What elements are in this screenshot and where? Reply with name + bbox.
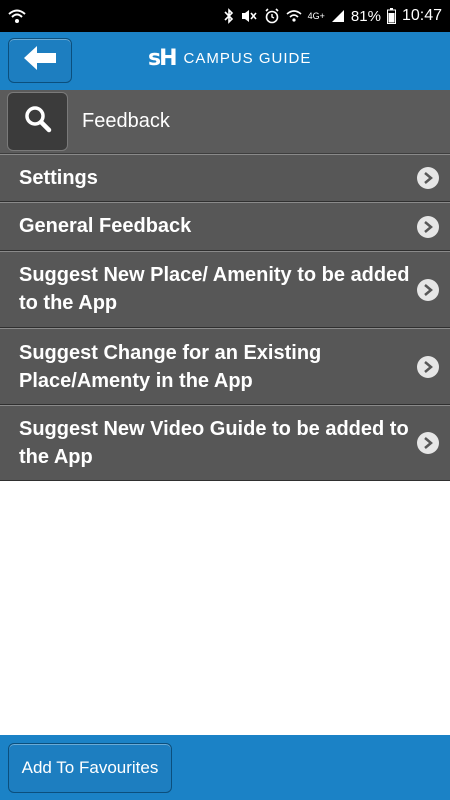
back-button[interactable] (8, 38, 72, 83)
list-item-label: General Feedback (19, 215, 192, 237)
chevron-right-icon (417, 278, 439, 301)
chevron-right-icon (417, 355, 439, 378)
chevron-right-icon (417, 167, 439, 189)
signal-icon (331, 9, 345, 23)
logo-mark: sH (148, 46, 177, 71)
status-right: 4G+ 81% 10:47 (224, 7, 442, 25)
network-label: 4G+ (307, 10, 325, 21)
app-header: sH CAMPUS GUIDE (0, 32, 450, 90)
page-title: Feedback (82, 110, 170, 132)
search-button[interactable] (7, 92, 68, 151)
feedback-list: Settings General Feedback Suggest New Pl… (0, 154, 450, 481)
wifi-icon (8, 8, 26, 24)
app-logo: sH CAMPUS GUIDE (148, 46, 311, 71)
status-bar: 4G+ 81% 10:47 (0, 0, 450, 32)
mute-icon (240, 8, 258, 24)
bluetooth-icon (224, 8, 234, 24)
list-item-general-feedback[interactable]: General Feedback (0, 202, 450, 251)
list-item-label: Suggest Change for an Existing Place/Ame… (19, 342, 322, 392)
alarm-icon (264, 8, 280, 24)
chevron-right-icon (417, 215, 439, 238)
footer-bar: Add To Favourites (0, 735, 450, 800)
list-item-settings[interactable]: Settings (0, 154, 450, 202)
list-item-label: Settings (19, 167, 98, 189)
list-item-label: Suggest New Video Guide to be added to t… (19, 418, 409, 468)
battery-icon (386, 8, 396, 24)
list-item-suggest-video-guide[interactable]: Suggest New Video Guide to be added to t… (0, 405, 450, 481)
list-item-suggest-change[interactable]: Suggest Change for an Existing Place/Ame… (0, 328, 450, 405)
wifi-call-icon (286, 9, 302, 23)
status-left (8, 8, 26, 24)
search-bar: Feedback (0, 90, 450, 154)
back-arrow-icon (23, 45, 57, 76)
add-to-favourites-button[interactable]: Add To Favourites (8, 743, 172, 793)
list-item-suggest-new-place[interactable]: Suggest New Place/ Amenity to be added t… (0, 251, 450, 328)
battery-percent: 81% (350, 7, 381, 25)
chevron-right-icon (417, 432, 439, 454)
list-item-label: Suggest New Place/ Amenity to be added t… (19, 264, 410, 314)
app-title: CAMPUS GUIDE (183, 50, 312, 67)
search-icon (24, 105, 52, 138)
clock: 10:47 (401, 7, 442, 24)
